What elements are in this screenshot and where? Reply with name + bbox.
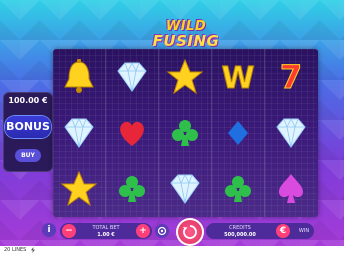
symbol-star-icon	[53, 161, 105, 217]
seven-symbol-label: 7	[280, 58, 302, 96]
lines-count: 20 LINES	[4, 247, 27, 253]
lightning-icon	[31, 247, 35, 253]
minus-icon: −	[65, 226, 73, 236]
spin-button[interactable]	[176, 218, 204, 246]
symbol-diamond-icon	[106, 49, 158, 105]
game-logo: WILD FUSING	[148, 20, 224, 50]
spin-icon	[183, 225, 197, 239]
total-bet-box: − TOTAL BET 1.00 € +	[60, 223, 152, 239]
credits-label: CREDITS	[229, 225, 251, 231]
info-button[interactable]: i	[42, 223, 56, 237]
credits-value: 500,000.00	[224, 232, 256, 238]
symbol-star-icon	[159, 49, 211, 105]
buy-button[interactable]: BUY	[15, 149, 41, 162]
win-label: WIN	[298, 228, 310, 234]
total-bet-label: TOTAL BET	[92, 225, 120, 231]
symbol-diamond-icon	[159, 161, 211, 217]
credits-box: CREDITS 500,000.00 € WIN	[206, 223, 314, 239]
symbol-heart-icon	[106, 105, 158, 161]
autoplay-button[interactable]	[155, 224, 169, 238]
symbol-spade-icon	[265, 161, 317, 217]
symbol-club-icon	[159, 105, 211, 161]
reels-grid: W 7	[53, 49, 318, 217]
currency-badge[interactable]: €	[276, 224, 290, 238]
footer-bar: 20 LINES	[0, 246, 344, 274]
autoplay-icon	[157, 226, 167, 236]
logo-line2: FUSING	[152, 32, 220, 50]
symbol-diamond-icon	[265, 105, 317, 161]
bet-decrease-button[interactable]: −	[62, 224, 76, 238]
reel-5: 7	[265, 49, 317, 217]
bonus-panel: 100.00 € BONUS BUY	[3, 92, 53, 172]
bonus-amount: 100.00 €	[8, 96, 48, 105]
info-icon: i	[47, 225, 51, 235]
symbol-blue-icon	[212, 105, 264, 161]
symbol-seven-icon: 7	[265, 49, 317, 105]
plus-icon: +	[139, 226, 147, 236]
bet-increase-button[interactable]: +	[136, 224, 150, 238]
bonus-label: BONUS	[5, 116, 51, 138]
total-bet-value: 1.00 €	[97, 232, 115, 238]
symbol-wild-icon: W	[212, 49, 264, 105]
symbol-bell-icon	[53, 49, 105, 105]
reel-1	[53, 49, 106, 217]
symbol-club-icon	[212, 161, 264, 217]
symbol-club-icon	[106, 161, 158, 217]
currency-icon: €	[279, 226, 287, 236]
symbol-diamond-icon	[53, 105, 105, 161]
reel-2	[106, 49, 159, 217]
reel-3	[159, 49, 212, 217]
wild-symbol-label: W	[221, 61, 254, 96]
reel-4: W	[212, 49, 265, 217]
